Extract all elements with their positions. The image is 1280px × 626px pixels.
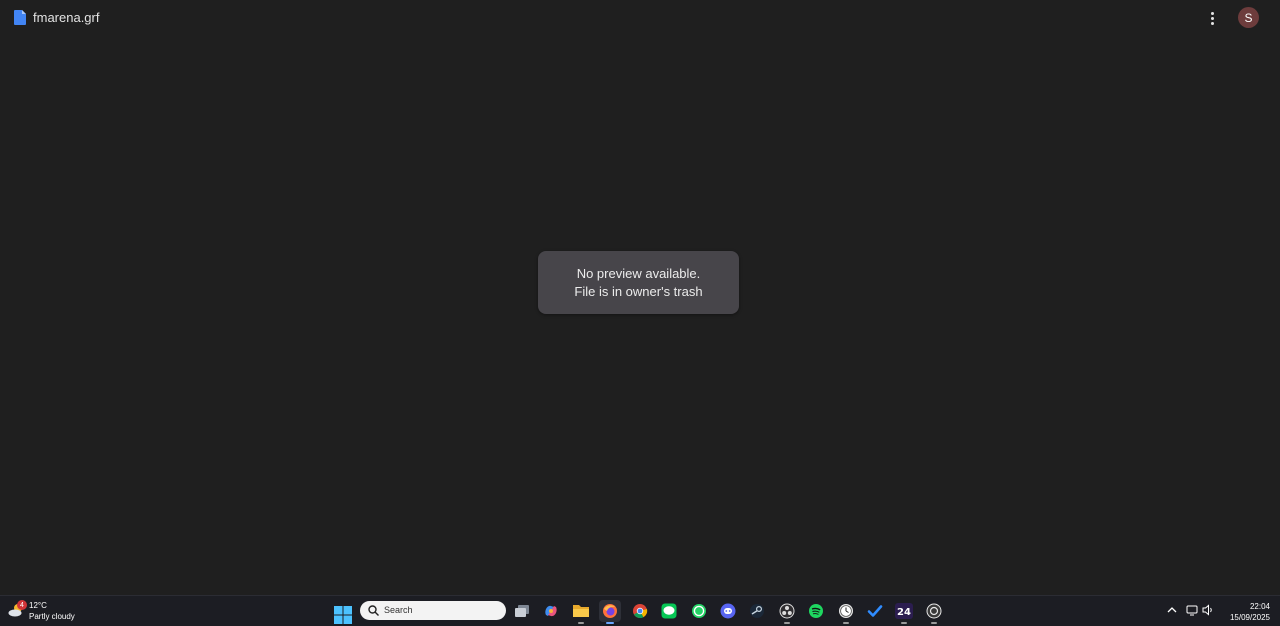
clock-time: 22:04 xyxy=(1249,602,1270,611)
checkmark-icon[interactable] xyxy=(864,600,886,622)
spotify-icon[interactable] xyxy=(805,600,827,622)
weather-widget[interactable]: 4 12°C Partly cloudy xyxy=(6,599,96,625)
discord-icon[interactable] xyxy=(717,600,739,622)
app-24-icon[interactable]: 24 xyxy=(893,600,915,624)
weather-badge: 4 xyxy=(17,600,27,610)
windows-start-icon[interactable] xyxy=(334,606,352,624)
clock-date: 15/09/2025 xyxy=(1229,613,1270,622)
search-placeholder: Search xyxy=(384,605,413,615)
volume-icon[interactable] xyxy=(1202,604,1214,616)
gog-icon[interactable] xyxy=(923,600,945,624)
copilot-icon[interactable] xyxy=(540,600,562,622)
steam-icon[interactable] xyxy=(746,600,768,622)
line-icon[interactable] xyxy=(658,600,680,622)
viewer-header: fmarena.grf S xyxy=(0,0,1280,36)
document-icon xyxy=(14,10,26,25)
account-avatar[interactable]: S xyxy=(1238,7,1259,28)
folder-icon[interactable] xyxy=(570,600,592,624)
firefox-icon[interactable] xyxy=(599,600,621,624)
chevron-up-icon[interactable] xyxy=(1166,604,1178,616)
clock-app-icon[interactable] xyxy=(835,600,857,624)
weather-temperature: 12°C xyxy=(29,601,47,610)
file-name: fmarena.grf xyxy=(33,10,100,25)
weather-condition: Partly cloudy xyxy=(29,612,75,621)
obs-icon[interactable] xyxy=(776,600,798,624)
no-preview-line: No preview available. xyxy=(576,265,701,281)
trash-notice-line: File is in owner's trash xyxy=(574,283,703,299)
app-24-label: 24 xyxy=(897,607,911,618)
taskbar-search[interactable]: Search xyxy=(360,601,506,620)
task-view-icon[interactable] xyxy=(511,600,533,622)
chrome-icon[interactable] xyxy=(629,600,651,622)
no-preview-message: No preview available. File is in owner's… xyxy=(538,251,739,314)
search-icon xyxy=(368,605,379,616)
system-clock[interactable]: 22:04 15/09/2025 xyxy=(1222,601,1270,623)
whatsapp-icon[interactable] xyxy=(688,600,710,622)
more-options-icon[interactable] xyxy=(1202,8,1222,28)
network-icon[interactable] xyxy=(1186,604,1199,616)
